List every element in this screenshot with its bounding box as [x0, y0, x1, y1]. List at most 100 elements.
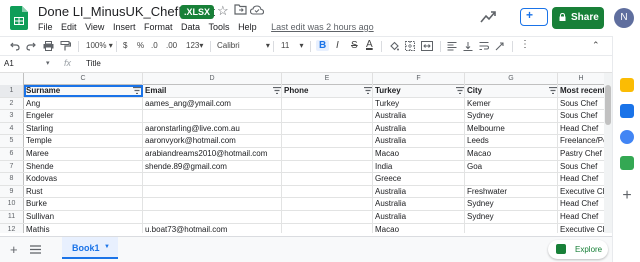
get-addons-icon[interactable]: + [620, 188, 634, 204]
filter-icon[interactable] [549, 87, 557, 94]
row-number[interactable]: 12 [0, 223, 24, 233]
explore-button[interactable]: Explore [548, 240, 608, 259]
menu-format[interactable]: Format [144, 22, 173, 32]
table-cell[interactable] [282, 198, 373, 210]
sheets-logo-icon[interactable] [10, 6, 28, 30]
horizontal-align-icon[interactable] [447, 41, 457, 51]
share-button[interactable]: Share [552, 7, 604, 29]
table-cell[interactable]: Head Chef [558, 198, 604, 210]
row-number[interactable]: 4 [0, 122, 24, 135]
menu-edit[interactable]: Edit [61, 22, 77, 32]
filter-icon[interactable] [273, 87, 281, 94]
collapse-menus-icon[interactable]: ⌃ [592, 40, 600, 51]
add-sheet-icon[interactable]: + [10, 242, 18, 257]
currency-format-button[interactable]: $ [123, 41, 127, 50]
table-cell[interactable] [143, 211, 282, 223]
row-number[interactable]: 2 [0, 97, 24, 110]
table-cell[interactable]: arabiandreams2010@hotmail.com [143, 148, 282, 160]
table-cell[interactable] [143, 110, 282, 122]
table-cell[interactable] [282, 185, 373, 198]
spreadsheet-grid[interactable]: C D E F G H 1 Surname Email Phone Turkey City… [0, 73, 604, 233]
table-cell[interactable]: Head Chef [558, 123, 604, 135]
table-cell[interactable] [465, 223, 558, 233]
header-cell[interactable]: Phone [282, 85, 373, 97]
row-number[interactable]: 1 [0, 85, 24, 97]
table-cell[interactable]: Macao [373, 223, 465, 233]
activity-dashboard-icon[interactable] [480, 10, 496, 24]
sheet-tab-book1[interactable]: Book1 ▼ [62, 237, 118, 259]
row-number[interactable]: 7 [0, 160, 24, 173]
column-header[interactable]: E [282, 73, 373, 85]
table-cell[interactable]: Kemer [465, 97, 558, 110]
table-cell[interactable]: Sous Chef [558, 98, 604, 110]
keep-icon[interactable] [620, 78, 634, 92]
filter-icon[interactable] [456, 87, 464, 94]
undo-icon[interactable] [10, 41, 20, 51]
menu-tools[interactable]: Tools [209, 22, 230, 32]
all-sheets-icon[interactable] [30, 245, 41, 254]
table-cell[interactable]: Starling [24, 122, 143, 135]
table-cell[interactable]: Head Chef [558, 173, 604, 185]
text-rotation-icon[interactable] [495, 41, 505, 51]
header-cell[interactable]: Surname [24, 85, 143, 97]
column-header[interactable]: C [24, 73, 143, 85]
menu-data[interactable]: Data [181, 22, 200, 32]
vertical-align-icon[interactable] [463, 41, 473, 51]
menu-insert[interactable]: Insert [113, 22, 136, 32]
table-cell[interactable]: aaronstarling@live.com.au [143, 122, 282, 135]
table-cell[interactable] [282, 173, 373, 185]
name-box[interactable]: A1 [4, 59, 14, 68]
table-cell[interactable] [143, 198, 282, 210]
table-cell[interactable]: Temple [24, 135, 143, 147]
table-cell[interactable]: Engeler [24, 110, 143, 122]
table-cell[interactable]: aames_ang@ymail.com [143, 97, 282, 110]
table-cell[interactable]: Leeds [465, 135, 558, 147]
table-cell[interactable]: Burke [24, 198, 143, 210]
column-header[interactable]: D [143, 73, 282, 85]
strikethrough-button[interactable]: S [351, 40, 358, 51]
text-color-button[interactable]: A [366, 39, 373, 50]
table-cell[interactable]: Australia [373, 211, 465, 223]
table-cell[interactable] [143, 185, 282, 198]
account-avatar[interactable]: N [614, 8, 634, 28]
table-cell[interactable] [282, 97, 373, 110]
redo-icon[interactable] [26, 41, 36, 51]
percent-format-button[interactable]: % [137, 41, 144, 50]
row-number[interactable]: 9 [0, 185, 24, 198]
table-cell[interactable] [282, 122, 373, 135]
row-number[interactable]: 5 [0, 135, 24, 147]
menu-help[interactable]: Help [238, 22, 257, 32]
table-cell[interactable]: Maree [24, 148, 143, 160]
row-number[interactable]: 6 [0, 148, 24, 160]
vertical-scrollbar[interactable] [604, 73, 612, 233]
table-cell[interactable]: Australia [373, 198, 465, 210]
table-cell[interactable]: Mathis [24, 223, 143, 233]
filter-icon[interactable] [364, 87, 372, 94]
more-options-icon[interactable]: ⋮ [520, 39, 530, 50]
table-cell[interactable]: Sydney [465, 211, 558, 223]
table-cell[interactable]: Executive Che [558, 186, 604, 198]
last-edit-link[interactable]: Last edit was 2 hours ago [271, 22, 374, 32]
row-number[interactable]: 10 [0, 198, 24, 210]
table-cell[interactable]: Sous Chef [558, 110, 604, 122]
table-cell[interactable]: Pastry Chef [558, 148, 604, 160]
fill-color-icon[interactable] [389, 41, 399, 51]
table-cell[interactable] [282, 160, 373, 173]
menu-file[interactable]: File [38, 22, 53, 32]
filter-icon[interactable] [133, 87, 141, 94]
row-number[interactable]: 11 [0, 211, 24, 223]
table-cell[interactable]: Australia [373, 185, 465, 198]
table-cell[interactable]: aaronvyork@hotmail.com [143, 135, 282, 147]
table-cell[interactable]: Executive Che [558, 224, 604, 233]
table-cell[interactable]: Turkey [373, 97, 465, 110]
table-cell[interactable]: Australia [373, 135, 465, 147]
table-cell[interactable]: India [373, 160, 465, 173]
table-cell[interactable]: Sydney [465, 110, 558, 122]
column-header[interactable]: G [465, 73, 558, 85]
table-cell[interactable]: shende.89@gmail.com [143, 160, 282, 173]
column-header[interactable]: F [373, 73, 465, 85]
present-button[interactable]: + ▾ [520, 8, 559, 26]
table-cell[interactable]: Sydney [465, 198, 558, 210]
menu-view[interactable]: View [85, 22, 104, 32]
table-cell[interactable]: Freshwater [465, 185, 558, 198]
